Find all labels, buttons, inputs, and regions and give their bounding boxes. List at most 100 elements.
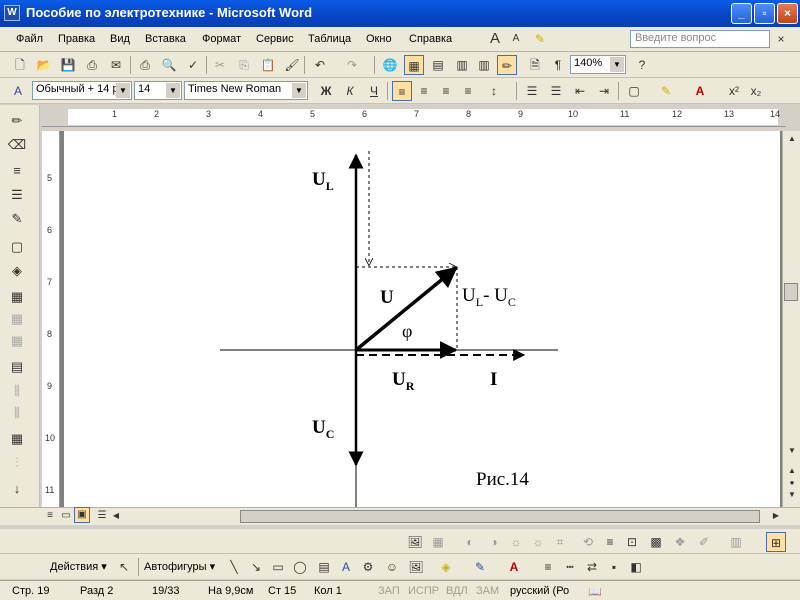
close-button[interactable]: × (777, 3, 798, 24)
less-brightness-icon[interactable]: ☼ (528, 532, 548, 552)
numbering-icon[interactable]: ☰ (522, 81, 542, 101)
set-transparent-icon[interactable]: ✐ (694, 532, 714, 552)
arrow-style-icon[interactable]: ⇄ (582, 557, 602, 577)
wordart-icon[interactable]: A (336, 557, 356, 577)
border-color-icon[interactable]: ✎ (6, 211, 28, 231)
merge-cells-icon[interactable]: ▦ (6, 311, 28, 331)
menu-table[interactable]: Таблица (308, 33, 351, 45)
web-view-icon[interactable]: ▭ (56, 506, 76, 526)
help-icon[interactable]: ? (632, 55, 652, 75)
drawing-canvas-icon[interactable]: ⊞ (766, 532, 786, 552)
text-wrapping-icon[interactable]: ▩ (646, 532, 666, 552)
copy-icon[interactable]: ⎘ (234, 55, 254, 75)
status-track-changes[interactable]: ИСПР (408, 585, 439, 597)
align-cell-icon[interactable]: ▤ (6, 359, 28, 379)
menu-help[interactable]: Справка (409, 33, 452, 45)
actions-menu[interactable]: Действия ▾ (50, 560, 107, 573)
line-weight-icon[interactable]: ☰ (6, 187, 28, 207)
rotate-icon[interactable]: ⟲ (578, 532, 598, 552)
status-overtype[interactable]: ЗАМ (476, 585, 499, 597)
line-spacing-icon[interactable]: ↕ (484, 81, 504, 101)
undo-icon[interactable]: ↶ (310, 55, 330, 75)
color-icon[interactable]: ▦ (428, 532, 448, 552)
email-icon[interactable]: ✉ (106, 55, 126, 75)
borders-icon[interactable]: ▢ (624, 81, 644, 101)
highlight-icon[interactable]: ✎ (530, 29, 550, 49)
zoom-select[interactable]: 140% ▼ (570, 55, 626, 74)
bold-button[interactable]: Ж (316, 81, 336, 101)
menu-insert[interactable]: Вставка (145, 33, 186, 45)
dash-style-icon[interactable]: ┅ (560, 557, 580, 577)
scroll-down-icon[interactable]: ▼ (782, 441, 800, 461)
scroll-left-icon[interactable]: ◀ (106, 506, 126, 526)
subscript-icon[interactable]: x₂ (746, 81, 766, 101)
menu-format[interactable]: Формат (202, 33, 241, 45)
h-scroll-thumb[interactable] (240, 510, 760, 523)
diagram-icon[interactable]: ⚙ (358, 557, 378, 577)
menu-view[interactable]: Вид (110, 33, 130, 45)
show-formatting-icon[interactable]: ¶ (548, 55, 568, 75)
tables-borders-icon[interactable]: ▦ (404, 55, 424, 75)
status-record[interactable]: ЗАП (378, 585, 400, 597)
shadow-style-icon[interactable]: ▪ (604, 557, 624, 577)
sort-ascending-icon[interactable]: ↓ (6, 481, 28, 501)
italic-button[interactable]: К (340, 81, 360, 101)
less-contrast-icon[interactable]: ◑ (484, 532, 504, 552)
line-icon[interactable]: ╲ (224, 557, 244, 577)
font-color-icon[interactable]: A (690, 81, 710, 101)
print-icon[interactable]: ⎙ (135, 55, 155, 75)
line-style-icon[interactable]: ≡ (6, 163, 28, 183)
format-picture-icon[interactable]: ❖ (670, 532, 690, 552)
line-style-icon[interactable]: ≡ (538, 557, 558, 577)
help-search-input[interactable]: Введите вопрос (630, 30, 770, 48)
close-document-icon[interactable]: × (771, 29, 791, 49)
more-brightness-icon[interactable]: ☼ (506, 532, 526, 552)
maximize-button[interactable]: ▫ (754, 3, 775, 24)
text-box-icon[interactable]: ▤ (314, 557, 334, 577)
line-style-icon[interactable]: ≡ (600, 532, 620, 552)
reset-picture-icon[interactable]: ▥ (726, 532, 746, 552)
draw-table-icon[interactable]: ✏ (6, 113, 28, 133)
picture-icon[interactable]: 🖼 (406, 557, 426, 577)
bullets-icon[interactable]: ☰ (546, 81, 566, 101)
align-left-icon[interactable]: ≡ (392, 81, 412, 101)
font-select[interactable]: Times New Roman ▼ (184, 81, 308, 100)
save-icon[interactable]: 💾 (58, 55, 78, 75)
scroll-thumb[interactable] (784, 283, 798, 301)
arrow-icon[interactable]: ↘ (246, 557, 266, 577)
format-painter-icon[interactable]: 🖌 (282, 55, 302, 75)
insert-table-icon[interactable]: ▦ (6, 289, 28, 309)
crop-icon[interactable]: ⌗ (550, 532, 570, 552)
horizontal-ruler[interactable]: 1 2 3 4 5 6 7 8 9 10 11 12 13 14 (42, 105, 786, 127)
outside-border-icon[interactable]: ▢ (6, 239, 28, 259)
scroll-up-icon[interactable]: ▲ (782, 129, 800, 149)
print-layout-icon[interactable]: ▣ (74, 507, 90, 523)
text-direction-icon[interactable]: ⫶ (6, 455, 28, 475)
oval-icon[interactable]: ◯ (290, 557, 310, 577)
minimize-button[interactable]: _ (731, 3, 752, 24)
line-color-icon[interactable]: ✎ (470, 557, 490, 577)
document-map-icon[interactable]: 🗎 (525, 55, 545, 75)
autoshapes-menu[interactable]: Автофигуры ▾ (144, 560, 215, 573)
compress-icon[interactable]: ⊡ (622, 532, 642, 552)
insert-table-icon[interactable]: ▤ (428, 55, 448, 75)
justify-icon[interactable]: ≡ (458, 81, 478, 101)
shading-color-icon[interactable]: ◈ (6, 263, 28, 283)
menu-edit[interactable]: Правка (58, 33, 95, 45)
menu-window[interactable]: Окно (366, 33, 392, 45)
font-size-select[interactable]: 14 ▼ (134, 81, 182, 100)
spelling-icon[interactable]: ✓ (183, 55, 203, 75)
columns-icon[interactable]: ▥ (474, 55, 494, 75)
document-page[interactable]: UL U UL- UC φ UR I UC Рис.14 (64, 131, 780, 507)
distribute-rows-icon[interactable]: ⫼ (6, 383, 28, 403)
word-app-icon[interactable]: W (4, 5, 20, 21)
vertical-ruler[interactable]: 5 6 7 8 9 10 11 (42, 131, 60, 507)
insert-excel-icon[interactable]: ▥ (452, 55, 472, 75)
align-right-icon[interactable]: ≡ (436, 81, 456, 101)
spelling-status-icon[interactable]: 📖 (588, 585, 602, 598)
font-color-icon[interactable]: A (504, 557, 524, 577)
superscript-icon[interactable]: x² (724, 81, 744, 101)
select-objects-icon[interactable]: ↖ (114, 557, 134, 577)
table-autoformat-icon[interactable]: ▦ (6, 431, 28, 451)
highlight-color-icon[interactable]: ✎ (656, 81, 676, 101)
